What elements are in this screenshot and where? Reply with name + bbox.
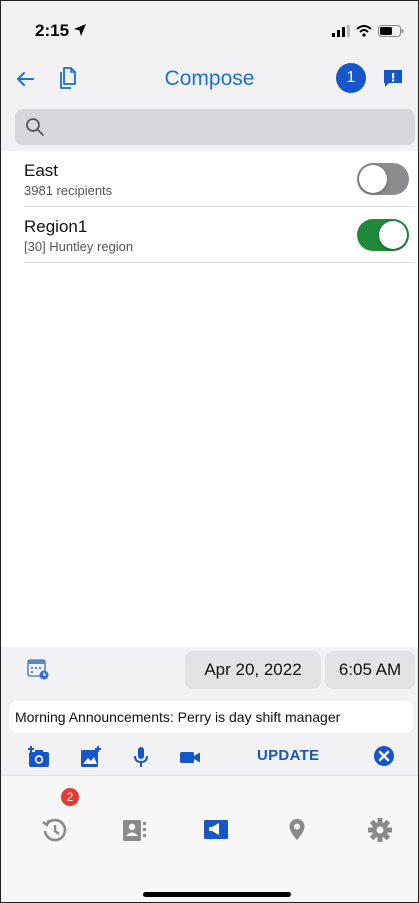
time-picker[interactable]: 6:05 AM (325, 651, 415, 689)
group-detail: [30] Huntley region (24, 239, 134, 254)
megaphone-icon[interactable] (202, 816, 230, 844)
camera-add-icon[interactable] (27, 745, 51, 769)
search-bar (1, 103, 418, 151)
group-name: East (24, 161, 59, 180)
wifi-icon (356, 25, 372, 37)
attachment-toolbar: UPDATE (1, 739, 418, 775)
app-screen: 2:15 Compose 1 East 3981 recipients Regi… (0, 0, 419, 903)
close-circle-icon[interactable] (373, 745, 395, 767)
contacts-icon[interactable] (120, 816, 148, 844)
gear-icon[interactable] (366, 816, 394, 844)
history-icon[interactable] (41, 816, 69, 844)
status-bar: 2:15 (1, 1, 418, 55)
search-input[interactable] (55, 109, 395, 145)
video-camera-icon[interactable] (178, 745, 202, 769)
schedule-row: Apr 20, 2022 6:05 AM (1, 647, 418, 693)
notification-badge: 2 (61, 788, 79, 806)
toggle-knob (379, 221, 407, 249)
recipient-group-list: East 3981 recipients Region1 [30] Huntle… (24, 151, 415, 263)
list-item[interactable]: East 3981 recipients (24, 151, 415, 207)
location-arrow-icon (74, 24, 86, 36)
group-toggle-east[interactable] (357, 163, 409, 195)
date-picker[interactable]: Apr 20, 2022 (185, 651, 321, 689)
group-toggle-region1[interactable] (357, 219, 409, 251)
search-box[interactable] (15, 109, 415, 145)
tab-bar: 2 (1, 775, 418, 902)
toggle-knob (359, 165, 387, 193)
microphone-icon[interactable] (129, 745, 153, 769)
status-icons (332, 25, 404, 37)
message-input[interactable]: Morning Announcements: Perry is day shif… (9, 701, 413, 733)
chat-alert-icon[interactable] (382, 68, 404, 90)
battery-icon (378, 25, 404, 37)
location-pin-icon[interactable] (283, 816, 311, 844)
cellular-signal-icon (332, 25, 350, 37)
home-indicator (143, 892, 291, 897)
calendar-icon[interactable] (27, 657, 49, 681)
status-time: 2:15 (35, 21, 70, 40)
list-item[interactable]: Region1 [30] Huntley region (24, 207, 415, 263)
recipient-count-badge[interactable]: 1 (336, 63, 366, 93)
image-add-icon[interactable] (79, 745, 103, 769)
compose-header: Compose 1 (1, 55, 418, 103)
message-row: Morning Announcements: Perry is day shif… (1, 693, 418, 739)
update-button[interactable]: UPDATE (257, 747, 319, 764)
search-icon (26, 118, 44, 136)
group-name: Region1 (24, 217, 88, 236)
group-detail: 3981 recipients (24, 183, 113, 198)
